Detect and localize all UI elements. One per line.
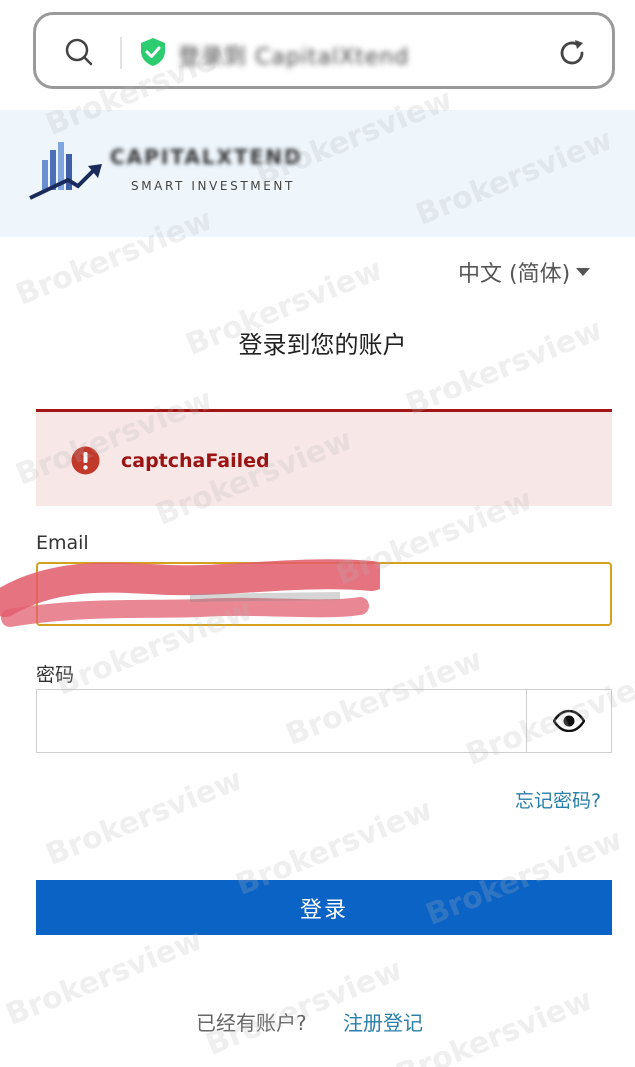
email-field[interactable] — [36, 562, 612, 626]
address-url-text[interactable]: 登录到 CapitalXtend — [178, 39, 409, 71]
brand-logo-icon — [29, 142, 102, 200]
eye-icon — [553, 710, 585, 732]
brand-name: CAPITALXTEND — [110, 145, 303, 169]
search-icon[interactable] — [64, 37, 94, 67]
chevron-down-icon — [576, 268, 591, 276]
password-label: 密码 — [36, 664, 75, 686]
email-label: Email — [36, 532, 89, 554]
error-message: captchaFailed — [121, 450, 270, 472]
password-field[interactable] — [36, 689, 527, 753]
brand-tagline: SMART INVESTMENT — [131, 179, 295, 193]
secure-shield-icon — [141, 38, 165, 66]
page-title: 登录到您的账户 — [238, 331, 407, 359]
show-password-button[interactable] — [526, 689, 612, 753]
exclamation-icon — [71, 446, 100, 475]
address-divider — [120, 37, 122, 69]
error-alert: captchaFailed — [36, 409, 612, 506]
footer-prompt: 已经有账户? — [196, 1011, 307, 1035]
language-select[interactable]: 中文 (简体) — [458, 256, 591, 288]
footer-register-row: 已经有账户? 注册登记 — [196, 1007, 423, 1036]
language-selected-label: 中文 (简体) — [458, 262, 571, 287]
address-bar[interactable]: 登录到 CapitalXtend — [33, 12, 615, 89]
watermark: Brokersview — [1, 922, 208, 1033]
register-link[interactable]: 注册登记 — [343, 1011, 423, 1035]
forgot-password-link[interactable]: 忘记密码? — [515, 786, 601, 813]
login-button[interactable]: 登录 — [36, 880, 612, 935]
watermark: Brokersview — [41, 762, 248, 873]
reload-icon[interactable] — [556, 37, 588, 69]
